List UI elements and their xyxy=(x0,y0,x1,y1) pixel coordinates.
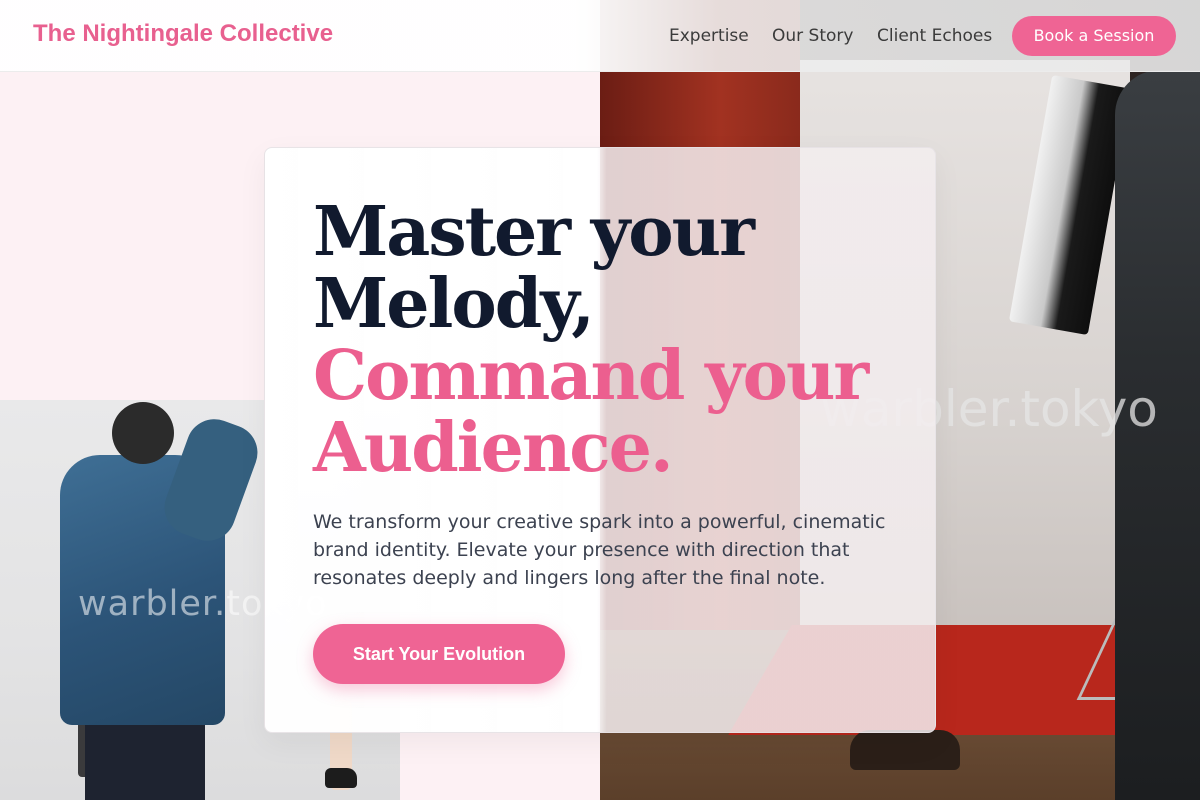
nav-link-client-echoes[interactable]: Client Echoes xyxy=(877,26,992,46)
model-shoe xyxy=(325,768,357,788)
nav-link-our-story[interactable]: Our Story xyxy=(772,26,853,46)
nav-link-expertise[interactable]: Expertise xyxy=(669,26,749,46)
photographer-head xyxy=(112,402,174,464)
hero-subtext: We transform your creative spark into a … xyxy=(313,511,886,589)
headline-line-2: Melody, xyxy=(313,264,595,344)
site-logo[interactable]: The Nightingale Collective xyxy=(33,20,333,48)
start-evolution-button[interactable]: Start Your Evolution xyxy=(313,624,565,684)
site-header: The Nightingale Collective Expertise Our… xyxy=(0,0,1200,72)
headline-line-4: Audience. xyxy=(313,408,674,488)
headline-line-1: Master your xyxy=(313,192,755,272)
headline-line-3: Command your xyxy=(313,336,869,416)
hero-headline: Master your Melody, Command your Audienc… xyxy=(313,196,913,484)
book-session-button[interactable]: Book a Session xyxy=(1012,16,1176,56)
shoes xyxy=(850,730,960,770)
